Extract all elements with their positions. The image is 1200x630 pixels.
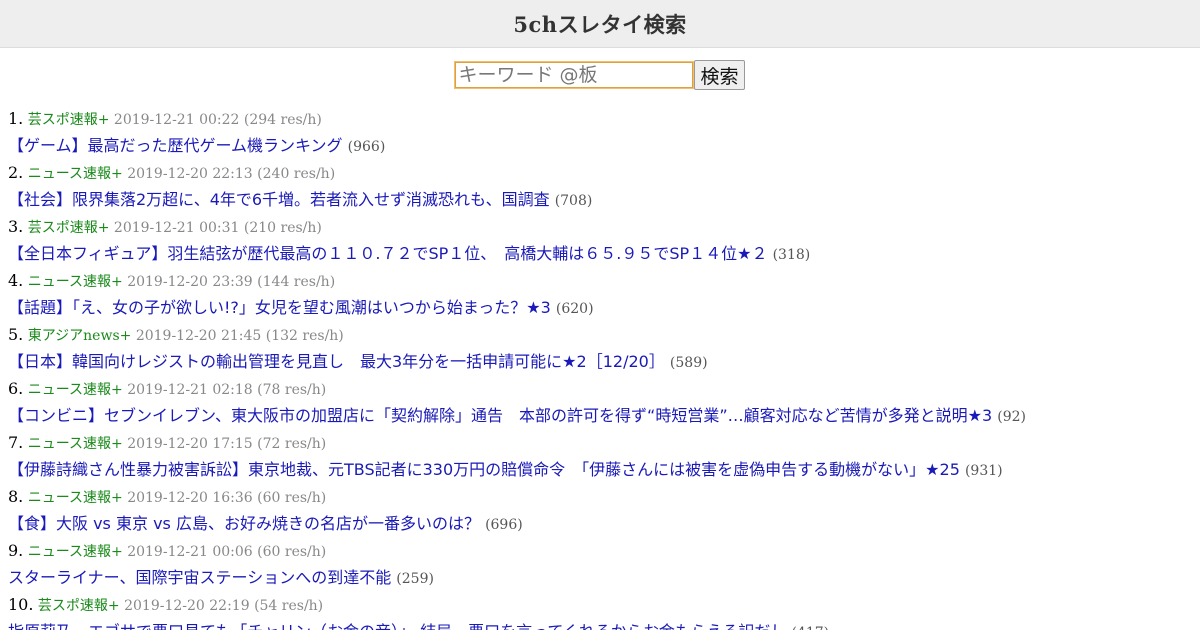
thread-result-item: 6. ニュース速報+ 2019-12-21 02:18 (78 res/h) 【コ… bbox=[8, 375, 1192, 429]
thread-title-line: 指原莉乃、エゴサで悪口見ても「チャリン（お金の音）」 結局、悪口を言ってくれるか… bbox=[8, 618, 1192, 630]
res-speed: (60 res/h) bbox=[257, 490, 327, 506]
thread-title-link[interactable]: 【社会】限界集落2万超に、4年で6千増。若者流入せず消滅恐れも、国調査 bbox=[8, 190, 550, 209]
thread-title-link[interactable]: 【食】大阪 vs 東京 vs 広島、お好み焼きの名店が一番多いのは？ bbox=[8, 514, 480, 533]
board-name: ニュース速報+ bbox=[27, 544, 123, 560]
res-count: (92) bbox=[997, 409, 1026, 425]
search-input[interactable] bbox=[454, 61, 695, 89]
res-speed: (60 res/h) bbox=[257, 544, 327, 560]
thread-title-line: 【ゲーム】最高だった歴代ゲーム機ランキング (966) bbox=[8, 132, 1192, 159]
thread-title-line: 【伊藤詩織さん性暴力被害訴訟】東京地裁、元TBS記者に330万円の賠償命令 「伊… bbox=[8, 456, 1192, 483]
board-name: 芸スポ速報+ bbox=[27, 220, 110, 236]
rank-number: 8. bbox=[8, 487, 24, 506]
thread-meta: 4. ニュース速報+ 2019-12-20 23:39 (144 res/h) bbox=[8, 267, 1192, 294]
post-date: 2019-12-20 22:13 bbox=[127, 166, 253, 182]
thread-result-item: 5. 東アジアnews+ 2019-12-20 21:45 (132 res/h… bbox=[8, 321, 1192, 375]
res-count: (696) bbox=[485, 517, 523, 533]
res-speed: (132 res/h) bbox=[265, 328, 344, 344]
thread-title-link[interactable]: 【日本】韓国向けレジストの輸出管理を見直し 最大3年分を一括申請可能に★2［12… bbox=[8, 352, 665, 371]
thread-title-link[interactable]: 【全日本フィギュア】羽生結弦が歴代最高の１１０.７２でSP１位、 高橋大輔は６５… bbox=[8, 244, 768, 263]
res-speed: (72 res/h) bbox=[257, 436, 327, 452]
board-name: ニュース速報+ bbox=[27, 166, 123, 182]
thread-result-list: 1. 芸スポ速報+ 2019-12-21 00:22 (294 res/h) 【ゲ… bbox=[0, 105, 1200, 630]
search-form: 検索 bbox=[0, 59, 1200, 91]
thread-title-line: 【社会】限界集落2万超に、4年で6千増。若者流入せず消滅恐れも、国調査 (708… bbox=[8, 186, 1192, 213]
post-date: 2019-12-21 00:22 bbox=[113, 112, 240, 128]
post-date: 2019-12-20 23:39 bbox=[127, 274, 253, 290]
res-speed: (240 res/h) bbox=[257, 166, 336, 182]
thread-result-item: 8. ニュース速報+ 2019-12-20 16:36 (60 res/h) 【食… bbox=[8, 483, 1192, 537]
thread-result-item: 10. 芸スポ速報+ 2019-12-20 22:19 (54 res/h) 指原… bbox=[8, 591, 1192, 630]
post-date: 2019-12-21 00:31 bbox=[113, 220, 240, 236]
thread-title-line: 【全日本フィギュア】羽生結弦が歴代最高の１１０.７２でSP１位、 高橋大輔は６５… bbox=[8, 240, 1192, 267]
post-date: 2019-12-20 21:45 bbox=[135, 328, 262, 344]
res-count: (417) bbox=[791, 625, 829, 630]
thread-meta: 8. ニュース速報+ 2019-12-20 16:36 (60 res/h) bbox=[8, 483, 1192, 510]
rank-number: 5. bbox=[8, 325, 24, 344]
res-speed: (54 res/h) bbox=[254, 598, 324, 614]
thread-meta: 5. 東アジアnews+ 2019-12-20 21:45 (132 res/h… bbox=[8, 321, 1192, 348]
post-date: 2019-12-21 00:06 bbox=[127, 544, 253, 560]
res-count: (259) bbox=[396, 571, 434, 587]
thread-meta: 6. ニュース速報+ 2019-12-21 02:18 (78 res/h) bbox=[8, 375, 1192, 402]
post-date: 2019-12-20 22:19 bbox=[124, 598, 250, 614]
rank-number: 1. bbox=[8, 109, 24, 128]
search-button[interactable]: 検索 bbox=[694, 60, 745, 90]
res-speed: (210 res/h) bbox=[243, 220, 322, 236]
board-name: ニュース速報+ bbox=[27, 436, 123, 452]
thread-result-item: 9. ニュース速報+ 2019-12-21 00:06 (60 res/h) スタ… bbox=[8, 537, 1192, 591]
post-date: 2019-12-21 02:18 bbox=[127, 382, 253, 398]
thread-meta: 1. 芸スポ速報+ 2019-12-21 00:22 (294 res/h) bbox=[8, 105, 1192, 132]
rank-number: 10. bbox=[8, 595, 34, 614]
thread-title-link[interactable]: 【コンビニ】セブンイレブン、東大阪市の加盟店に「契約解除」通告 本部の許可を得ず… bbox=[8, 406, 992, 425]
board-name: 芸スポ速報+ bbox=[37, 598, 120, 614]
header-bar: 5chスレタイ検索 bbox=[0, 0, 1200, 48]
res-speed: (294 res/h) bbox=[243, 112, 322, 128]
res-count: (620) bbox=[555, 301, 594, 317]
thread-result-item: 4. ニュース速報+ 2019-12-20 23:39 (144 res/h) 【… bbox=[8, 267, 1192, 321]
board-name: ニュース速報+ bbox=[27, 490, 123, 506]
rank-number: 4. bbox=[8, 271, 24, 290]
thread-meta: 2. ニュース速報+ 2019-12-20 22:13 (240 res/h) bbox=[8, 159, 1192, 186]
res-count: (931) bbox=[964, 463, 1003, 479]
thread-result-item: 3. 芸スポ速報+ 2019-12-21 00:31 (210 res/h) 【全… bbox=[8, 213, 1192, 267]
thread-result-item: 1. 芸スポ速報+ 2019-12-21 00:22 (294 res/h) 【ゲ… bbox=[8, 105, 1192, 159]
thread-title-line: スターライナー、国際宇宙ステーションへの到達不能 (259) bbox=[8, 564, 1192, 591]
rank-number: 7. bbox=[8, 433, 24, 452]
board-name: 芸スポ速報+ bbox=[27, 112, 110, 128]
thread-title-link[interactable]: 【ゲーム】最高だった歴代ゲーム機ランキング bbox=[8, 136, 343, 155]
rank-number: 3. bbox=[8, 217, 24, 236]
thread-meta: 7. ニュース速報+ 2019-12-20 17:15 (72 res/h) bbox=[8, 429, 1192, 456]
site-title: 5chスレタイ検索 bbox=[513, 11, 687, 37]
post-date: 2019-12-20 16:36 bbox=[127, 490, 253, 506]
board-name: ニュース速報+ bbox=[27, 274, 123, 290]
rank-number: 9. bbox=[8, 541, 24, 560]
thread-title-line: 【話題】「え、女の子が欲しい!?」女児を望む風潮はいつから始まった？★3 (62… bbox=[8, 294, 1192, 321]
thread-meta: 10. 芸スポ速報+ 2019-12-20 22:19 (54 res/h) bbox=[8, 591, 1192, 618]
res-speed: (144 res/h) bbox=[257, 274, 336, 290]
thread-title-line: 【コンビニ】セブンイレブン、東大阪市の加盟店に「契約解除」通告 本部の許可を得ず… bbox=[8, 402, 1192, 429]
thread-title-link[interactable]: スターライナー、国際宇宙ステーションへの到達不能 bbox=[8, 568, 391, 587]
res-count: (966) bbox=[347, 139, 386, 155]
res-count: (318) bbox=[772, 247, 811, 263]
thread-title-link[interactable]: 【伊藤詩織さん性暴力被害訴訟】東京地裁、元TBS記者に330万円の賠償命令 「伊… bbox=[8, 460, 960, 479]
board-name: ニュース速報+ bbox=[27, 382, 123, 398]
post-date: 2019-12-20 17:15 bbox=[127, 436, 253, 452]
thread-result-item: 7. ニュース速報+ 2019-12-20 17:15 (72 res/h) 【伊… bbox=[8, 429, 1192, 483]
thread-title-line: 【食】大阪 vs 東京 vs 広島、お好み焼きの名店が一番多いのは？ (696) bbox=[8, 510, 1192, 537]
rank-number: 2. bbox=[8, 163, 24, 182]
res-speed: (78 res/h) bbox=[257, 382, 327, 398]
res-count: (589) bbox=[669, 355, 708, 371]
thread-title-link[interactable]: 指原莉乃、エゴサで悪口見ても「チャリン（お金の音）」 結局、悪口を言ってくれるか… bbox=[8, 622, 786, 630]
res-count: (708) bbox=[554, 193, 593, 209]
board-name: 東アジアnews+ bbox=[27, 328, 132, 344]
thread-result-item: 2. ニュース速報+ 2019-12-20 22:13 (240 res/h) 【… bbox=[8, 159, 1192, 213]
thread-title-link[interactable]: 【話題】「え、女の子が欲しい!?」女児を望む風潮はいつから始まった？★3 bbox=[8, 298, 551, 317]
thread-meta: 9. ニュース速報+ 2019-12-21 00:06 (60 res/h) bbox=[8, 537, 1192, 564]
thread-title-line: 【日本】韓国向けレジストの輸出管理を見直し 最大3年分を一括申請可能に★2［12… bbox=[8, 348, 1192, 375]
thread-meta: 3. 芸スポ速報+ 2019-12-21 00:31 (210 res/h) bbox=[8, 213, 1192, 240]
rank-number: 6. bbox=[8, 379, 24, 398]
